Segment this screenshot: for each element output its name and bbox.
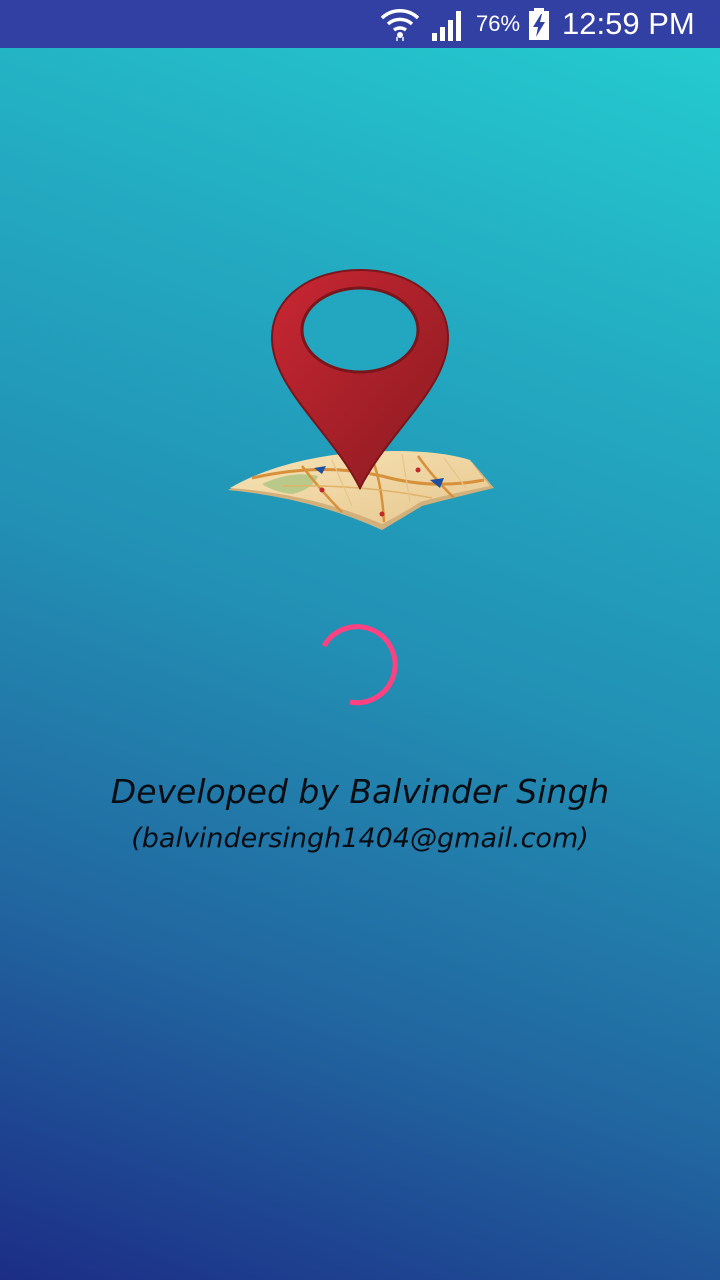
wifi-icon — [380, 9, 420, 41]
map-location-pin-icon — [228, 268, 494, 530]
battery-charging-icon — [529, 8, 549, 40]
signal-icon — [432, 11, 461, 41]
developer-email: (balvindersingh1404@gmail.com) — [131, 823, 589, 854]
status-bar: 76% 12:59 PM — [0, 0, 720, 48]
status-clock: 12:59 PM — [562, 6, 695, 41]
battery-percent: 76% — [476, 11, 521, 36]
loading-spinner — [321, 624, 398, 706]
developer-credit: Developed by Balvinder Singh — [110, 772, 610, 811]
